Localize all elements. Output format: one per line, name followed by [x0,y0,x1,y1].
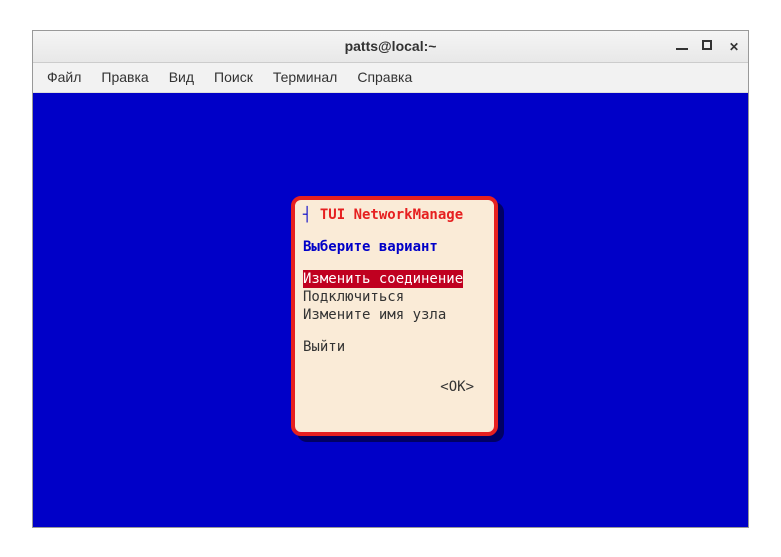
menu-help[interactable]: Справка [347,65,422,89]
option-quit[interactable]: Выйти [303,338,486,356]
dialog-subtitle: Выберите вариант [303,238,486,256]
dialog-title: TUI NetworkManage [320,207,463,223]
terminal-window: patts@local:~ Файл Правка Вид Поиск Терм… [32,30,749,528]
maximize-button[interactable] [702,40,714,52]
window-title: patts@local:~ [345,38,437,54]
menu-file[interactable]: Файл [37,65,91,89]
terminal-viewport[interactable]: ┤ TUI NetworkManage Выберите вариант Изм… [33,93,748,527]
close-button[interactable] [728,40,740,52]
option-connect[interactable]: Подключиться [303,289,404,305]
option-change-hostname[interactable]: Измените имя узла [303,307,446,323]
menu-search[interactable]: Поиск [204,65,263,89]
dialog-options: Изменить соединение Подключиться Изменит… [303,270,486,324]
dialog-title-row: ┤ TUI NetworkManage [303,206,486,224]
tui-dialog: ┤ TUI NetworkManage Выберите вариант Изм… [291,196,498,436]
menu-edit[interactable]: Правка [91,65,158,89]
window-controls [676,40,740,52]
menu-terminal[interactable]: Терминал [263,65,347,89]
titlebar: patts@local:~ [33,31,748,63]
menubar: Файл Правка Вид Поиск Терминал Справка [33,63,748,93]
option-edit-connection[interactable]: Изменить соединение [303,270,463,288]
menu-view[interactable]: Вид [159,65,204,89]
ok-button[interactable]: <OK> [303,378,486,396]
minimize-button[interactable] [676,40,688,52]
